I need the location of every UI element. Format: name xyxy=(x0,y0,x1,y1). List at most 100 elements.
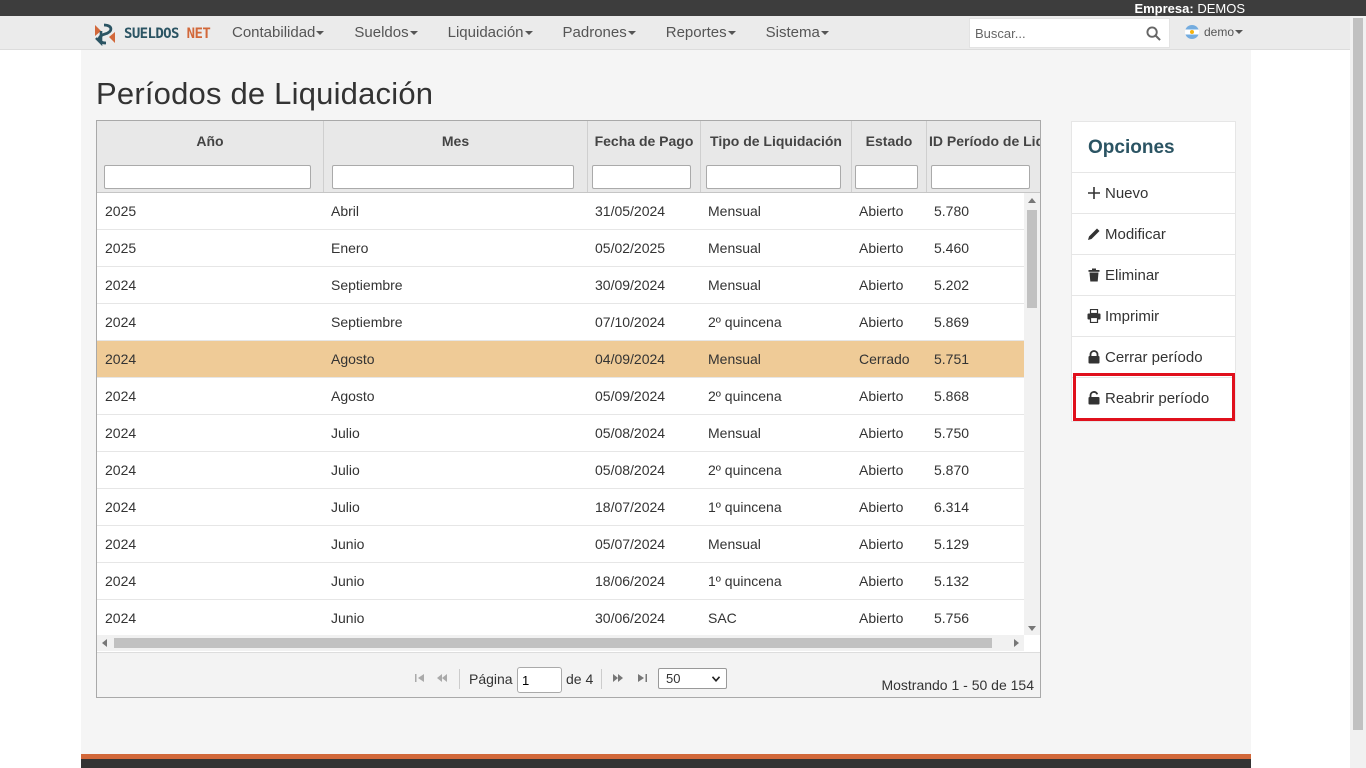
filter-id-input[interactable] xyxy=(931,165,1030,189)
cell-anio: 2024 xyxy=(105,277,137,293)
menu-reportes[interactable]: Reportes xyxy=(666,16,736,50)
menu-liquidacion[interactable]: Liquidación xyxy=(448,16,533,50)
print-button[interactable]: Imprimir xyxy=(1072,295,1235,336)
search-input[interactable] xyxy=(970,19,1135,47)
cell-anio: 2024 xyxy=(105,351,137,367)
cell-estado: Abierto xyxy=(859,277,904,293)
next-page-icon[interactable] xyxy=(613,674,623,682)
table-row[interactable]: 2024 Julio 05/08/2024 2º quincena Abierto 5.8… xyxy=(97,452,1024,489)
page-scrollbar-thumb[interactable] xyxy=(1353,18,1363,730)
table-row[interactable]: 2024 Julio 05/08/2024 Mensual Abierto 5.750 xyxy=(97,415,1024,452)
cell-tipo: 2º quincena xyxy=(708,314,782,330)
cell-anio: 2024 xyxy=(105,610,137,626)
lock-icon xyxy=(1088,350,1100,364)
cell-fecha: 07/10/2024 xyxy=(595,314,666,330)
table-row[interactable]: 2025 Enero 05/02/2025 Mensual Abierto 5.460 xyxy=(97,230,1024,267)
cell-anio: 2024 xyxy=(105,425,137,441)
cell-id: 5.750 xyxy=(934,425,970,441)
scroll-down-arrow-icon[interactable] xyxy=(1028,626,1036,631)
column-title: Estado xyxy=(865,133,913,149)
column-header-estado[interactable]: Estado xyxy=(852,121,927,192)
records-info: Mostrando 1 - 50 de 154 xyxy=(881,677,1034,693)
cell-mes: Agosto xyxy=(331,388,375,404)
plus-icon xyxy=(1088,187,1100,199)
cell-fecha: 05/07/2024 xyxy=(595,536,666,552)
grid-horizontal-scrollbar-thumb[interactable] xyxy=(114,638,992,648)
modify-button[interactable]: Modificar xyxy=(1072,213,1235,254)
delete-button[interactable]: Eliminar xyxy=(1072,254,1235,295)
pager-separator xyxy=(459,669,460,689)
cell-tipo: 1º quincena xyxy=(708,573,782,589)
table-row[interactable]: 2024 Septiembre 07/10/2024 2º quincena Abier… xyxy=(97,304,1024,341)
filter-tipo-input[interactable] xyxy=(706,165,841,189)
grid-vertical-scrollbar-thumb[interactable] xyxy=(1027,210,1037,308)
table-row[interactable]: 2025 Abril 31/05/2024 Mensual Abierto 5.780 xyxy=(97,193,1024,230)
cell-estado: Abierto xyxy=(859,388,904,404)
page-size-select[interactable]: 50 xyxy=(658,668,727,689)
options-panel: Opciones Nuevo Modificar Eliminar Imprim… xyxy=(1071,121,1236,422)
cell-tipo: Mensual xyxy=(708,277,761,293)
cell-anio: 2024 xyxy=(105,536,137,552)
filter-mes-input[interactable] xyxy=(332,165,574,189)
cell-fecha: 30/09/2024 xyxy=(595,277,666,293)
table-row[interactable]: 2024 Julio 18/07/2024 1º quincena Abierto 6.3… xyxy=(97,489,1024,526)
table-row[interactable]: 2024 Junio 30/06/2024 SAC Abierto 5.756 xyxy=(97,600,1024,635)
table-row[interactable]: 2024 Junio 05/07/2024 Mensual Abierto 5.129 xyxy=(97,526,1024,563)
filter-estado-input[interactable] xyxy=(855,165,918,189)
scroll-left-arrow-icon[interactable] xyxy=(102,639,107,647)
prev-page-icon[interactable] xyxy=(437,674,447,682)
brand-logo[interactable]: SUELDOS NET xyxy=(93,22,211,46)
scroll-right-arrow-icon[interactable] xyxy=(1014,639,1019,647)
table-row[interactable]: 2024 Agosto 05/09/2024 2º quincena Abierto 5.… xyxy=(97,378,1024,415)
cell-tipo: Mensual xyxy=(708,351,761,367)
grid-vertical-scrollbar[interactable] xyxy=(1024,193,1040,635)
cell-anio: 2024 xyxy=(105,573,137,589)
cell-mes: Junio xyxy=(331,536,365,552)
filter-fecha-input[interactable] xyxy=(592,165,691,189)
menu-sueldos[interactable]: Sueldos xyxy=(354,16,418,50)
grid-horizontal-scrollbar[interactable] xyxy=(97,635,1024,651)
page-title: Períodos de Liquidación xyxy=(96,76,434,111)
caret-down-icon xyxy=(1235,30,1244,34)
cell-id: 5.870 xyxy=(934,462,970,478)
column-title: Tipo de Liquidación xyxy=(710,133,842,149)
menu-padrones[interactable]: Padrones xyxy=(563,16,636,50)
cell-fecha: 18/06/2024 xyxy=(595,573,666,589)
first-page-icon[interactable] xyxy=(415,674,425,682)
cell-fecha: 18/07/2024 xyxy=(595,499,666,515)
cell-estado: Abierto xyxy=(859,573,904,589)
cell-tipo: 2º quincena xyxy=(708,388,782,404)
table-row[interactable]: 2024 Septiembre 30/09/2024 Mensual Abierto 5.… xyxy=(97,267,1024,304)
cell-mes: Agosto xyxy=(331,351,375,367)
cell-id: 5.751 xyxy=(934,351,970,367)
caret-down-icon xyxy=(524,31,533,36)
new-button[interactable]: Nuevo xyxy=(1072,172,1235,213)
cell-fecha: 05/02/2025 xyxy=(595,240,666,256)
cell-estado: Abierto xyxy=(859,314,904,330)
table-row[interactable]: 2024 Junio 18/06/2024 1º quincena Abierto 5.1… xyxy=(97,563,1024,600)
menu-contabilidad[interactable]: Contabilidad xyxy=(232,16,325,50)
column-header-tipo[interactable]: Tipo de Liquidación xyxy=(701,121,852,192)
column-header-fecha[interactable]: Fecha de Pago xyxy=(588,121,701,192)
cell-tipo: Mensual xyxy=(708,425,761,441)
menu-sistema[interactable]: Sistema xyxy=(766,16,829,50)
pencil-icon xyxy=(1088,228,1100,240)
trash-icon xyxy=(1088,268,1100,282)
filter-anio-input[interactable] xyxy=(104,165,311,189)
table-row-selected[interactable]: 2024 Agosto 04/09/2024 Mensual Cerrado 5.751 xyxy=(97,341,1024,378)
page-number-input[interactable] xyxy=(517,667,562,693)
page-scrollbar[interactable] xyxy=(1350,16,1366,768)
caret-down-icon xyxy=(727,31,736,36)
pager-separator xyxy=(601,669,602,689)
column-header-id[interactable]: ID Período de Liquidación xyxy=(927,121,1040,192)
user-menu[interactable]: demo xyxy=(1185,25,1244,39)
cell-mes: Septiembre xyxy=(331,314,403,330)
last-page-icon[interactable] xyxy=(637,674,647,682)
scroll-up-arrow-icon[interactable] xyxy=(1028,198,1036,203)
column-header-mes[interactable]: Mes xyxy=(324,121,588,192)
brand-name-b: NET xyxy=(186,26,211,42)
grid-pager: Página de 4 50 Mostrando 1 - 50 de 154 xyxy=(97,652,1040,697)
close-period-button[interactable]: Cerrar período xyxy=(1072,336,1235,377)
column-header-anio[interactable]: Año xyxy=(97,121,324,192)
search-icon[interactable] xyxy=(1146,26,1161,41)
